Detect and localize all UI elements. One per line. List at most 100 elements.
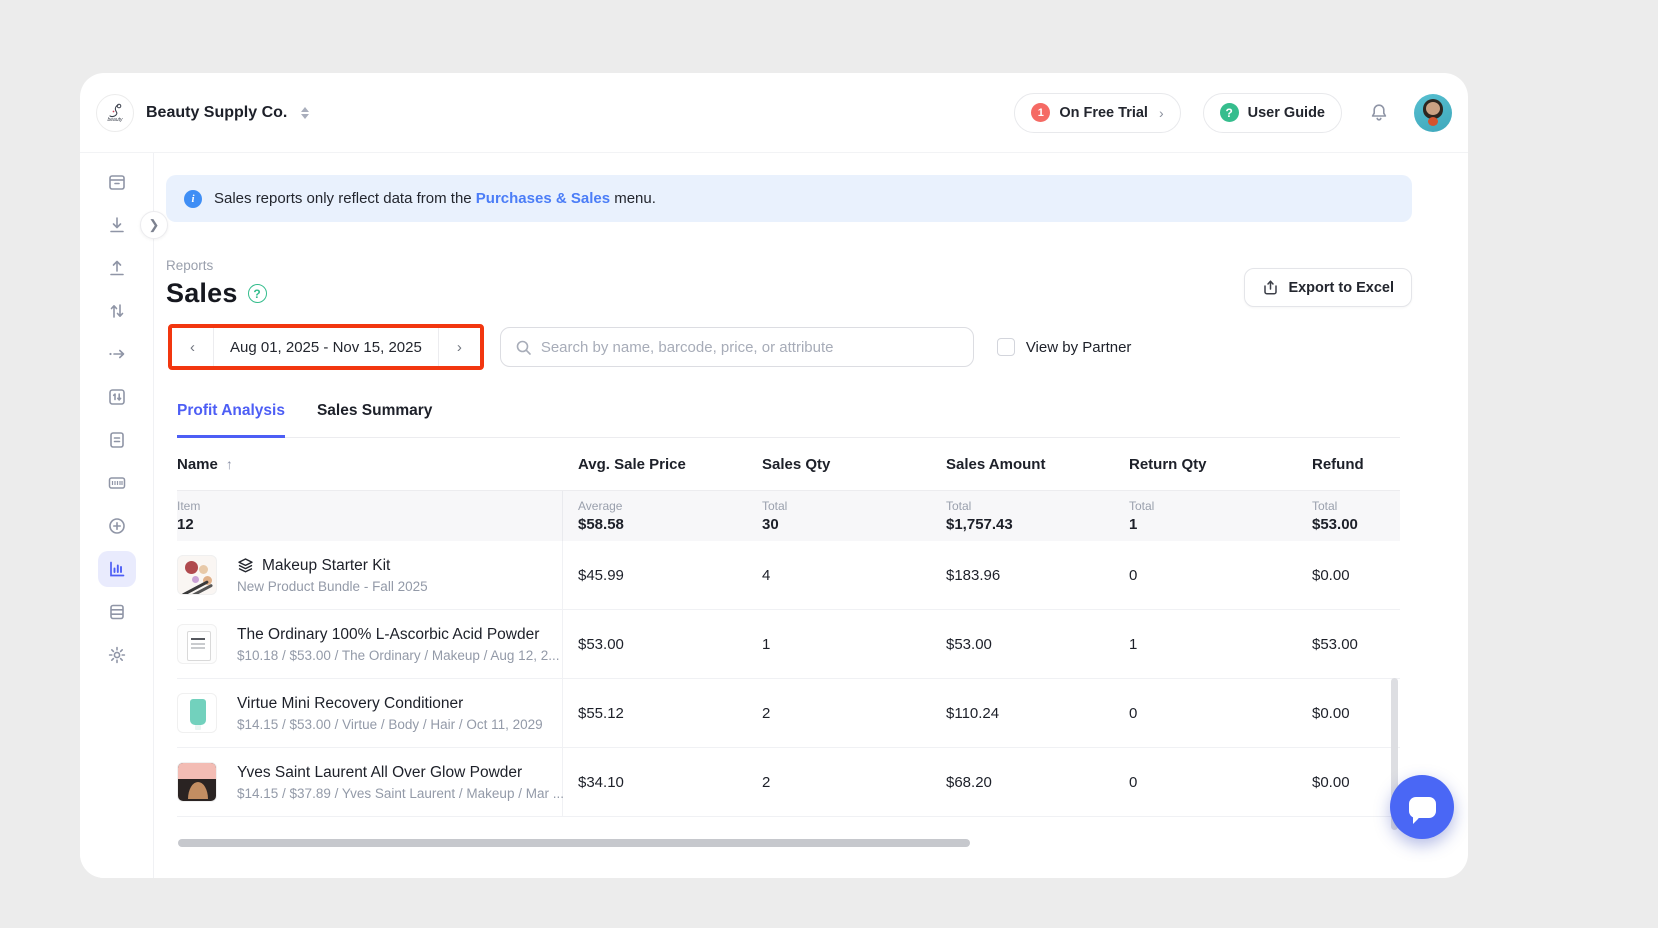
sales-qty-cell: 1 bbox=[747, 636, 931, 653]
user-guide-button[interactable]: ? User Guide bbox=[1203, 93, 1342, 133]
avg-sale-price-cell: $45.99 bbox=[563, 567, 747, 584]
return-qty-cell: 1 bbox=[1114, 636, 1297, 653]
help-icon[interactable]: ? bbox=[248, 284, 267, 303]
sales-qty-cell: 4 bbox=[747, 567, 931, 584]
company-name: Beauty Supply Co. bbox=[146, 104, 287, 122]
sidebar: ❯ bbox=[80, 153, 154, 878]
info-icon: i bbox=[184, 190, 202, 208]
trial-label: On Free Trial bbox=[1059, 105, 1148, 121]
upload-icon[interactable] bbox=[98, 250, 136, 286]
user-guide-label: User Guide bbox=[1248, 105, 1325, 121]
next-period-button[interactable]: › bbox=[438, 328, 480, 366]
sales-qty-cell: 2 bbox=[747, 774, 931, 791]
avg-sale-price-cell: $53.00 bbox=[563, 636, 747, 653]
document-icon[interactable] bbox=[98, 422, 136, 458]
table-row[interactable]: Makeup Starter Kit New Product Bundle - … bbox=[177, 541, 1400, 610]
product-name: The Ordinary 100% L-Ascorbic Acid Powder bbox=[237, 626, 539, 644]
column-header-sales-amount[interactable]: Sales Amount bbox=[931, 456, 1114, 473]
stock-count-icon[interactable] bbox=[98, 379, 136, 415]
breadcrumb: Reports bbox=[166, 258, 267, 273]
summary-average-cell: Average$58.58 bbox=[563, 499, 747, 533]
view-by-partner-control: View by Partner bbox=[997, 338, 1132, 356]
purchases-sales-link[interactable]: Purchases & Sales bbox=[476, 190, 610, 207]
summary-item-cell: Item 12 bbox=[177, 491, 563, 541]
summary-qty-value: 30 bbox=[762, 516, 779, 533]
logo-word: beauty bbox=[107, 117, 122, 123]
company-logo: beauty bbox=[96, 94, 134, 132]
export-to-excel-button[interactable]: Export to Excel bbox=[1244, 268, 1412, 307]
export-label: Export to Excel bbox=[1288, 280, 1394, 296]
summary-item-label: Item bbox=[177, 499, 200, 513]
add-circle-icon[interactable] bbox=[98, 508, 136, 544]
export-icon bbox=[1262, 279, 1279, 296]
sidebar-expand-button[interactable]: ❯ bbox=[140, 211, 168, 239]
product-image bbox=[177, 693, 217, 733]
view-by-partner-checkbox[interactable] bbox=[997, 338, 1015, 356]
summary-return-label: Total bbox=[1129, 499, 1297, 513]
sales-amount-cell: $183.96 bbox=[931, 567, 1114, 584]
barcode-icon[interactable] bbox=[98, 465, 136, 501]
column-header-refund[interactable]: Refund bbox=[1297, 456, 1400, 473]
download-icon[interactable] bbox=[98, 207, 136, 243]
refund-cell: $0.00 bbox=[1297, 567, 1400, 584]
column-header-return-qty[interactable]: Return Qty bbox=[1114, 456, 1297, 473]
chat-bubble-icon bbox=[1409, 797, 1436, 818]
avg-sale-price-cell: $34.10 bbox=[563, 774, 747, 791]
product-image bbox=[177, 555, 217, 595]
sales-amount-cell: $68.20 bbox=[931, 774, 1114, 791]
tab-profit-analysis[interactable]: Profit Analysis bbox=[177, 402, 285, 438]
sales-qty-cell: 2 bbox=[747, 705, 931, 722]
top-bar: beauty Beauty Supply Co. 1 On Free Trial… bbox=[80, 73, 1468, 153]
main-content: i Sales reports only reflect data from t… bbox=[154, 153, 1468, 878]
product-name: Yves Saint Laurent All Over Glow Powder bbox=[237, 764, 522, 782]
search-input[interactable] bbox=[541, 339, 959, 356]
transfer-icon[interactable] bbox=[98, 293, 136, 329]
table-row[interactable]: The Ordinary 100% L-Ascorbic Acid Powder… bbox=[177, 610, 1400, 679]
user-avatar[interactable] bbox=[1414, 94, 1452, 132]
bar-chart-icon[interactable] bbox=[98, 551, 136, 587]
date-range-highlight-annotation: ‹ Aug 01, 2025 - Nov 15, 2025 › bbox=[168, 324, 484, 370]
product-subtitle: $14.15 / $53.00 / Virtue / Body / Hair /… bbox=[237, 717, 543, 732]
summary-refund-cell: Total$53.00 bbox=[1297, 499, 1400, 533]
column-header-sales-qty[interactable]: Sales Qty bbox=[747, 456, 931, 473]
search-box bbox=[500, 327, 974, 367]
company-switcher-icon[interactable] bbox=[301, 107, 309, 119]
product-subtitle: $10.18 / $53.00 / The Ordinary / Makeup … bbox=[237, 648, 559, 663]
page-title: Sales bbox=[166, 278, 238, 309]
table-row[interactable]: Yves Saint Laurent All Over Glow Powder … bbox=[177, 748, 1400, 817]
date-range-picker: ‹ Aug 01, 2025 - Nov 15, 2025 › bbox=[172, 328, 480, 366]
date-range-value[interactable]: Aug 01, 2025 - Nov 15, 2025 bbox=[214, 328, 438, 366]
horizontal-scrollbar[interactable] bbox=[178, 839, 970, 847]
banner-prefix: Sales reports only reflect data from the bbox=[214, 190, 476, 207]
summary-refund-value: $53.00 bbox=[1312, 516, 1358, 533]
chevron-right-icon: › bbox=[1159, 105, 1164, 121]
refund-cell: $0.00 bbox=[1297, 705, 1400, 722]
package-icon[interactable] bbox=[98, 164, 136, 200]
view-by-partner-label: View by Partner bbox=[1026, 339, 1132, 356]
summary-qty-label: Total bbox=[762, 499, 931, 513]
info-banner: i Sales reports only reflect data from t… bbox=[166, 175, 1412, 222]
notification-bell-icon[interactable] bbox=[1368, 102, 1390, 124]
profit-analysis-table: Name ↑ Avg. Sale Price Sales Qty Sales A… bbox=[177, 438, 1400, 817]
table-row[interactable]: Virtue Mini Recovery Conditioner $14.15 … bbox=[177, 679, 1400, 748]
banner-suffix: menu. bbox=[610, 190, 656, 207]
sales-amount-cell: $53.00 bbox=[931, 636, 1114, 653]
avg-sale-price-cell: $55.12 bbox=[563, 705, 747, 722]
sort-ascending-icon[interactable]: ↑ bbox=[226, 456, 233, 472]
search-icon bbox=[515, 339, 532, 356]
previous-period-button[interactable]: ‹ bbox=[172, 328, 214, 366]
column-header-name[interactable]: Name ↑ bbox=[177, 456, 563, 473]
database-icon[interactable] bbox=[98, 594, 136, 630]
product-image bbox=[177, 762, 217, 802]
return-qty-cell: 0 bbox=[1114, 567, 1297, 584]
product-name: Virtue Mini Recovery Conditioner bbox=[237, 695, 463, 713]
dispatch-icon[interactable] bbox=[98, 336, 136, 372]
chat-launcher-button[interactable] bbox=[1390, 775, 1454, 839]
free-trial-button[interactable]: 1 On Free Trial › bbox=[1014, 93, 1180, 133]
banner-text: Sales reports only reflect data from the… bbox=[214, 190, 656, 207]
summary-item-count: 12 bbox=[177, 516, 194, 533]
column-header-avg-sale-price[interactable]: Avg. Sale Price bbox=[563, 456, 747, 473]
tab-sales-summary[interactable]: Sales Summary bbox=[317, 402, 432, 438]
settings-gear-icon[interactable] bbox=[98, 637, 136, 673]
summary-amount-label: Total bbox=[946, 499, 1114, 513]
